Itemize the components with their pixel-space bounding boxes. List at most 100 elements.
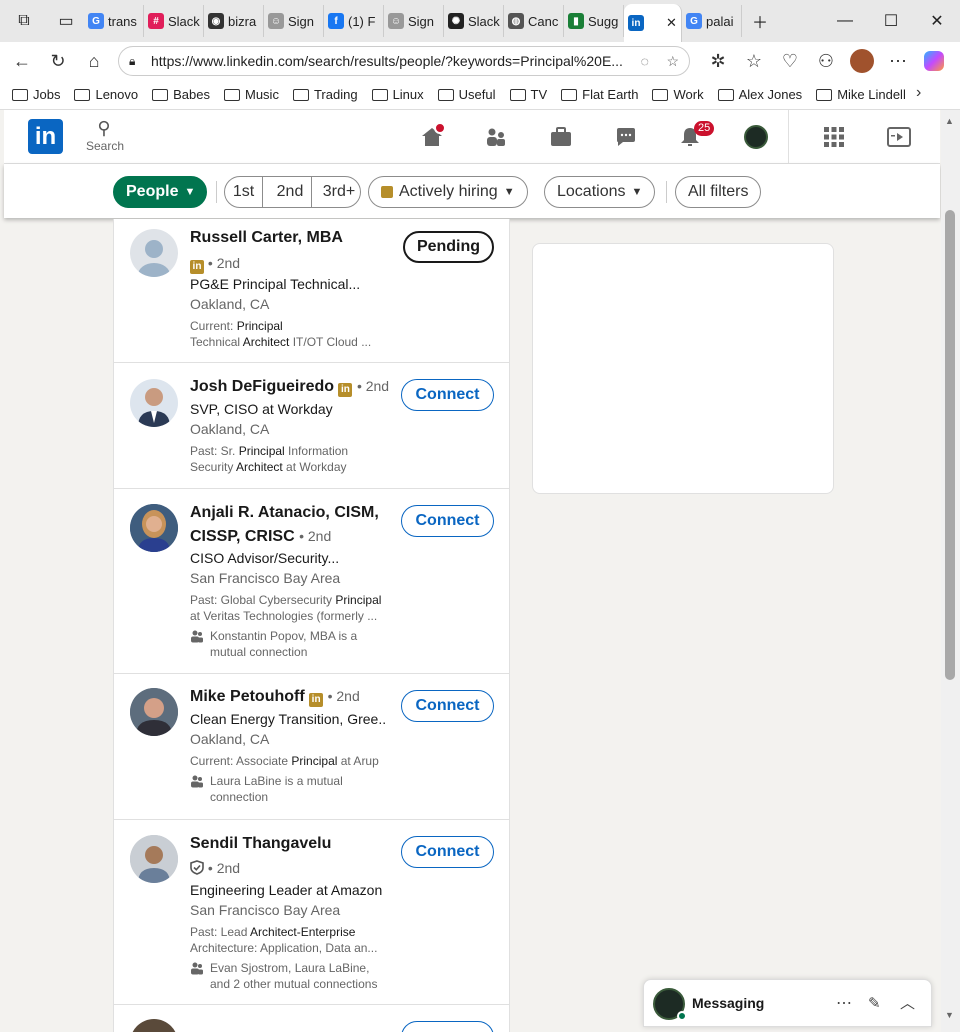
browser-tab[interactable]: # Slack: [144, 5, 204, 37]
avatar[interactable]: [130, 229, 178, 277]
result-degree-line: in • 2nd: [190, 255, 386, 274]
favorites-icon[interactable]: ☆: [736, 43, 772, 79]
avatar[interactable]: [130, 379, 178, 427]
browser-tab[interactable]: in ✕: [624, 4, 682, 42]
avatar[interactable]: [130, 1019, 178, 1032]
people-filter-button[interactable]: People ▼: [113, 176, 207, 208]
more-icon[interactable]: ⋯: [880, 43, 916, 79]
bookmark-folder[interactable]: Babes: [152, 87, 210, 102]
tracking-icon[interactable]: ◌: [641, 53, 649, 69]
browser-tab[interactable]: ▮ Sugg: [564, 5, 624, 37]
result-name-link[interactable]: Mike Petouhoff: [190, 688, 305, 705]
result-name-link[interactable]: Josh DeFigueiredo: [190, 378, 334, 395]
pending-button[interactable]: Pending: [403, 231, 494, 263]
browser-tab[interactable]: ☺ Sign: [384, 5, 444, 37]
bookmark-folder[interactable]: Useful: [437, 87, 496, 102]
more-options-icon[interactable]: ⋯: [836, 993, 852, 1013]
back-icon[interactable]: ←: [4, 43, 40, 79]
bookmark-folder[interactable]: Flat Earth: [561, 87, 638, 102]
minimize-icon[interactable]: —: [822, 0, 868, 42]
me-avatar[interactable]: [736, 122, 776, 152]
actively-hiring-filter[interactable]: Actively hiring ▼: [368, 176, 528, 208]
avatar[interactable]: [130, 688, 178, 736]
tab-actions-icon[interactable]: ▭: [48, 0, 84, 42]
messaging-nav-icon[interactable]: [606, 122, 646, 152]
scroll-up-icon[interactable]: ▲: [945, 116, 954, 126]
result-headline: Engineering Leader at Amazon: [190, 882, 383, 898]
bookmark-folder[interactable]: TV: [509, 87, 547, 102]
home-icon[interactable]: ⌂: [76, 43, 112, 79]
locations-label: Locations: [557, 183, 626, 200]
first-degree-filter[interactable]: 1st: [225, 177, 263, 207]
connect-button[interactable]: Connect: [401, 379, 494, 411]
browser-tab[interactable]: ✺ Slack: [444, 5, 504, 37]
site-info-icon[interactable]: 🔒︎: [129, 54, 135, 69]
extensions-icon[interactable]: ✲: [700, 43, 736, 79]
network-icon[interactable]: [476, 122, 516, 152]
linkedin-logo[interactable]: in: [28, 119, 63, 154]
bookmark-folder[interactable]: Music: [224, 87, 279, 102]
tab-label: Sugg: [588, 13, 619, 29]
second-degree-filter[interactable]: 2nd: [269, 177, 312, 207]
scrollbar-thumb[interactable]: [945, 210, 955, 680]
avatar[interactable]: [130, 504, 178, 552]
third-degree-filter[interactable]: 3rd+: [318, 177, 360, 207]
search-button[interactable]: ⚲ Search: [86, 118, 124, 153]
page-scrollbar[interactable]: ▲ ▼: [941, 110, 960, 1032]
browser-tab[interactable]: ◍ Canc: [504, 5, 564, 37]
connect-button-partial[interactable]: [401, 1021, 494, 1032]
result-name[interactable]: Russell Carter, MBA: [190, 229, 343, 247]
bookmark-label: Work: [673, 87, 704, 102]
bookmark-folder[interactable]: Work: [652, 87, 704, 102]
learning-icon[interactable]: [879, 122, 919, 152]
bookmark-folder[interactable]: Lenovo: [74, 87, 138, 102]
profile-avatar[interactable]: [844, 43, 880, 79]
notifications-icon[interactable]: 25: [670, 121, 715, 152]
result-name-continued[interactable]: CISSP, CRISC: [190, 528, 295, 545]
browser-tab[interactable]: ◉ bizra: [204, 5, 264, 37]
result-name[interactable]: Sendil Thangavelu: [190, 835, 331, 853]
detail-highlight: Architect: [236, 460, 283, 474]
connect-button[interactable]: Connect: [401, 836, 494, 868]
tab-label: (1) F: [348, 13, 376, 29]
chevron-up-icon[interactable]: ︿: [900, 992, 915, 1013]
chevron-right-icon[interactable]: ›: [916, 84, 921, 102]
apps-grid-icon[interactable]: [814, 122, 854, 152]
browser-tab[interactable]: f (1) F: [324, 5, 384, 37]
new-tab-icon[interactable]: ＋: [742, 0, 778, 42]
browser-tab[interactable]: Gtrans: [84, 5, 144, 37]
close-tab-icon[interactable]: ✕: [666, 15, 677, 31]
result-name[interactable]: Anjali R. Atanacio, CISM,: [190, 504, 379, 522]
workspaces-icon[interactable]: ⧉: [0, 0, 48, 42]
copilot-icon[interactable]: [916, 43, 952, 79]
bookmark-label: Jobs: [33, 87, 61, 102]
scroll-down-icon[interactable]: ▼: [945, 1010, 954, 1020]
connect-button[interactable]: Connect: [401, 505, 494, 537]
bookmark-folder[interactable]: Trading: [292, 87, 358, 102]
connect-button[interactable]: Connect: [401, 690, 494, 722]
favorite-star-icon[interactable]: ☆: [666, 53, 679, 70]
avatar[interactable]: [130, 835, 178, 883]
maximize-icon[interactable]: ☐: [868, 0, 914, 42]
messaging-panel[interactable]: Messaging ⋯ ✎ ︿: [643, 979, 932, 1027]
locations-filter[interactable]: Locations ▼: [544, 176, 656, 208]
browser-tab[interactable]: ☺ Sign: [264, 5, 324, 37]
result-degree: 2nd: [365, 378, 390, 394]
health-icon[interactable]: ♡: [772, 43, 808, 79]
home-notification-dot: [434, 122, 446, 134]
bookmark-folder[interactable]: Jobs: [12, 87, 60, 102]
all-filters-button[interactable]: All filters: [675, 176, 762, 208]
home-nav-icon[interactable]: [412, 122, 452, 152]
compose-icon[interactable]: ✎: [868, 994, 881, 1012]
url-field[interactable]: 🔒︎ https://www.linkedin.com/search/resul…: [118, 46, 690, 76]
result-name: Josh DeFigueiredo in • 2nd: [190, 378, 390, 397]
jobs-icon[interactable]: [541, 122, 581, 152]
collections-icon[interactable]: ⚇: [808, 43, 844, 79]
close-window-icon[interactable]: ✕: [914, 0, 960, 42]
refresh-icon[interactable]: ↻: [40, 43, 76, 79]
browser-tab[interactable]: Gpalai: [682, 5, 742, 37]
result-location: San Francisco Bay Area: [190, 902, 341, 918]
bookmark-folder[interactable]: Linux: [371, 87, 424, 102]
bookmark-folder[interactable]: Alex Jones: [717, 87, 802, 102]
bookmark-folder[interactable]: Mike Lindell: [816, 87, 906, 102]
